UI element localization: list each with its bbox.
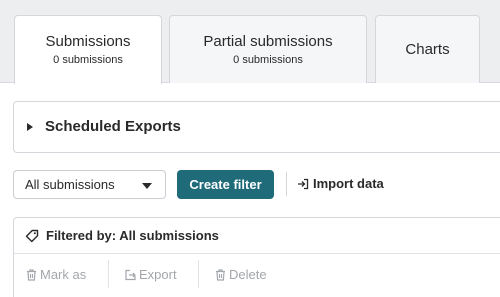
tag-icon (25, 229, 39, 243)
trash-icon (27, 269, 36, 281)
import-icon (298, 178, 309, 190)
tab-title: Submissions (45, 33, 131, 50)
action-divider (198, 260, 199, 288)
caret-right-icon (27, 123, 33, 131)
scheduled-exports-label: Scheduled Exports (45, 118, 181, 135)
tab-submissions[interactable]: Submissions 0 submissions (14, 15, 162, 84)
tab-count: 0 submissions (233, 54, 303, 66)
tab-title: Charts (405, 41, 450, 58)
select-value: All submissions (25, 177, 115, 192)
create-filter-button[interactable]: Create filter (177, 170, 274, 199)
tab-title: Partial submissions (203, 33, 333, 50)
export-label: Export (139, 267, 177, 282)
tab-count: 0 submissions (53, 54, 123, 66)
mark-as-label: Mark as (40, 267, 87, 282)
scheduled-exports-toggle[interactable]: Scheduled Exports (13, 101, 500, 153)
chevron-down-icon (142, 183, 152, 189)
export-icon (125, 269, 136, 281)
filter-panel: Filtered by: All submissions Mark as Exp… (13, 217, 500, 297)
tab-partial-submissions[interactable]: Partial submissions 0 submissions (169, 15, 367, 83)
toolbar-divider (286, 172, 287, 196)
action-divider (108, 260, 109, 288)
submissions-filter-select[interactable]: All submissions (13, 170, 166, 199)
import-data-label: Import data (313, 176, 384, 191)
tab-charts[interactable]: Charts (375, 15, 480, 83)
delete-label: Delete (229, 267, 267, 282)
tab-bar: Submissions 0 submissions Partial submis… (0, 0, 500, 84)
filter-header: Filtered by: All submissions (14, 218, 500, 254)
filter-label: Filtered by: All submissions (46, 228, 219, 243)
trash-icon (216, 269, 225, 281)
